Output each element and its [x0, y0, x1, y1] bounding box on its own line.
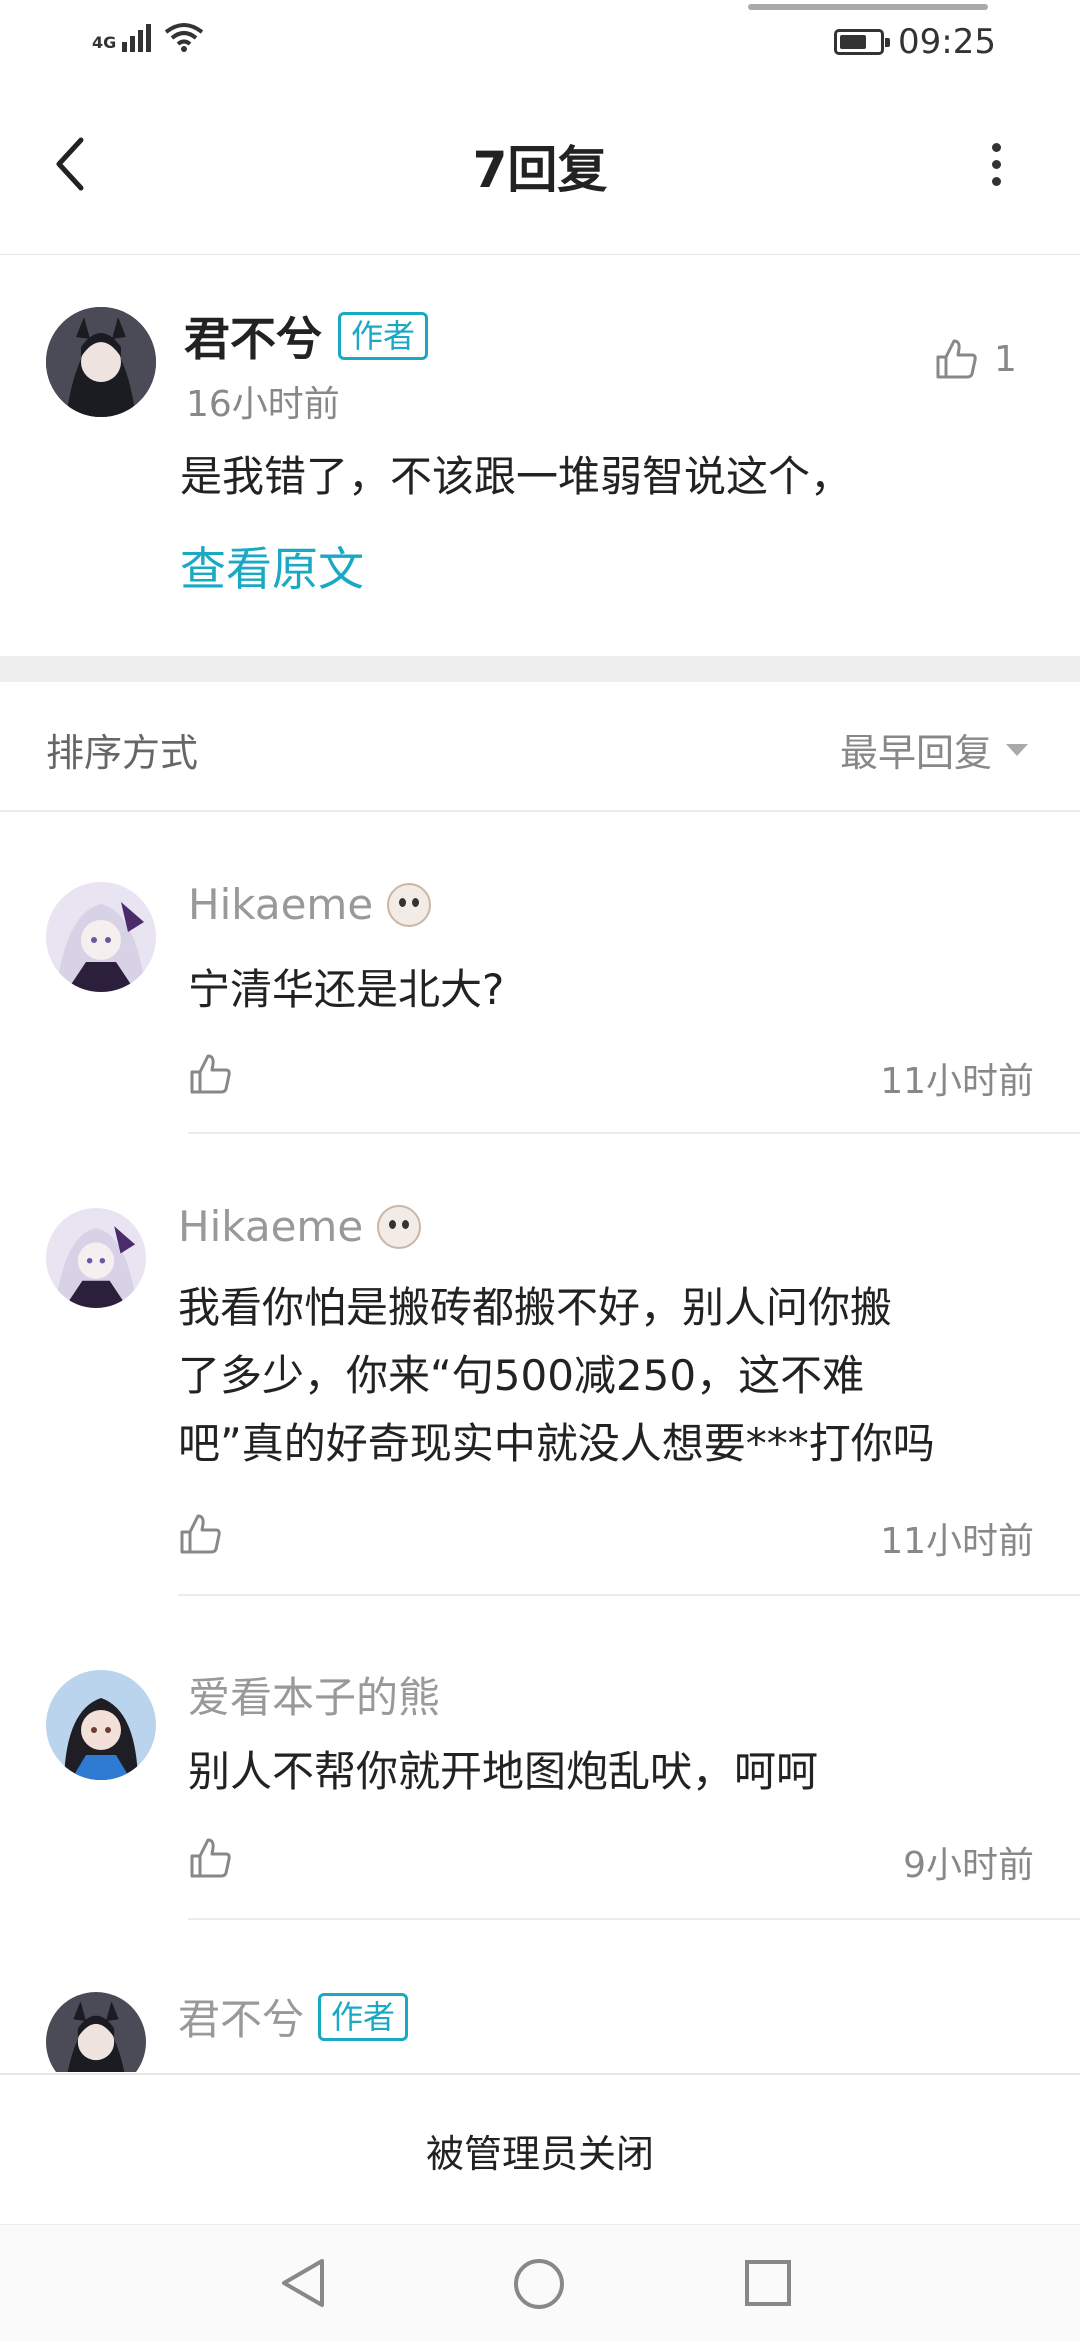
status-left: 4G [92, 22, 204, 52]
reply-text-line: 了多少，你来“句500减250，这不难 [178, 1351, 865, 1400]
page-title: 7回复 [472, 141, 608, 199]
closed-notice-bar: 被管理员关闭 [0, 2073, 1080, 2225]
thumb-up-icon [180, 1514, 221, 1554]
like-button[interactable] [188, 1836, 232, 1884]
reply-item: Hikaeme 宁清华还是北大? 11小时前 [0, 812, 1080, 1134]
post-time: 16小时前 [186, 384, 340, 425]
user-emblem-icon [387, 882, 432, 927]
like-count: 1 [994, 338, 1017, 380]
sort-label: 排序方式 [46, 731, 199, 775]
gesture-pill [748, 4, 988, 10]
reply-text-line: 吧”真的好奇现实中就没人想要***打你吗 [178, 1419, 935, 1468]
avatar[interactable] [46, 1992, 146, 2072]
reply-time: 11小时前 [880, 1521, 1034, 1562]
battery-icon [834, 29, 891, 55]
reply-text-line: 我看你怕是搬砖都搬不好，别人问你搬 [178, 1283, 893, 1332]
reply-author[interactable]: 爱看本子的熊 [188, 1664, 440, 1725]
system-nav-bar [0, 2224, 1080, 2341]
like-button[interactable] [178, 1512, 222, 1560]
thumb-up-icon [190, 1054, 231, 1094]
reply-text: 我看你怕是搬砖都搬不好，别人问你搬 了多少，你来“句500减250，这不难 吧”… [178, 1274, 935, 1478]
more-icon [991, 142, 1001, 152]
reply-author[interactable]: Hikaeme [188, 880, 373, 929]
reply-time: 9小时前 [903, 1845, 1034, 1886]
author-name[interactable]: 君不兮 [184, 303, 322, 369]
nav-recents-icon [745, 2260, 791, 2306]
reply-author[interactable]: 君不兮 [178, 1986, 304, 2047]
closed-notice: 被管理员关闭 [425, 2131, 654, 2176]
nav-home-icon [514, 2259, 564, 2309]
avatar[interactable] [46, 1670, 156, 1780]
user-emblem-icon [377, 1204, 422, 1249]
section-divider [0, 656, 1080, 682]
like-button[interactable] [188, 1052, 232, 1100]
thumb-up-icon [190, 1838, 231, 1878]
nav-home-button[interactable] [512, 2257, 566, 2315]
status-right: 09:25 [834, 22, 996, 62]
avatar[interactable] [46, 1208, 146, 1308]
reply-item: Hikaeme 我看你怕是搬砖都搬不好，别人问你搬 了多少，你来“句500减25… [0, 1136, 1080, 1596]
reply-author[interactable]: Hikaeme [178, 1202, 363, 1251]
view-original-link[interactable]: 查看原文 [180, 533, 364, 599]
reply-time: 11小时前 [880, 1061, 1034, 1102]
sort-row: 排序方式 最早回复 [0, 682, 1080, 812]
author-badge: 作者 [338, 312, 429, 360]
signal-icon [122, 24, 152, 52]
main-post: 君不兮 作者 16小时前 1 是我错了，不该跟一堆弱智说这个， 查看原文 [0, 255, 1080, 655]
nav-recents-button[interactable] [744, 2259, 792, 2311]
top-app-bar: 7回复 [0, 86, 1080, 255]
thumb-up-icon [936, 339, 977, 379]
sort-caret-icon [1006, 743, 1028, 756]
reply-text: 别人不帮你就开地图炮乱吠，呵呵 [188, 1747, 819, 1796]
wifi-icon [165, 23, 204, 52]
sort-dropdown[interactable]: 最早回复 [840, 722, 1028, 777]
status-bar: 4G 09:25 [0, 0, 1080, 86]
post-text: 是我错了，不该跟一堆弱智说这个， [180, 452, 853, 501]
divider [178, 1594, 1080, 1596]
divider [188, 1918, 1080, 1920]
avatar[interactable] [46, 307, 156, 417]
clock: 09:25 [898, 22, 996, 62]
reply-text: 宁清华还是北大? [188, 965, 505, 1014]
author-badge: 作者 [318, 1992, 409, 2041]
reply-item: 爱看本子的熊 别人不帮你就开地图炮乱吠，呵呵 9小时前 [0, 1598, 1080, 1920]
network-type: 4G [92, 33, 117, 52]
nav-back-button[interactable] [278, 2257, 328, 2313]
avatar[interactable] [46, 882, 156, 992]
reply-item: 君不兮 作者 [0, 1922, 1080, 2072]
like-button[interactable]: 1 [934, 337, 1017, 381]
nav-back-icon [282, 2259, 324, 2307]
divider [188, 1132, 1080, 1134]
more-button[interactable] [966, 134, 1026, 194]
sort-value: 最早回复 [839, 731, 992, 775]
